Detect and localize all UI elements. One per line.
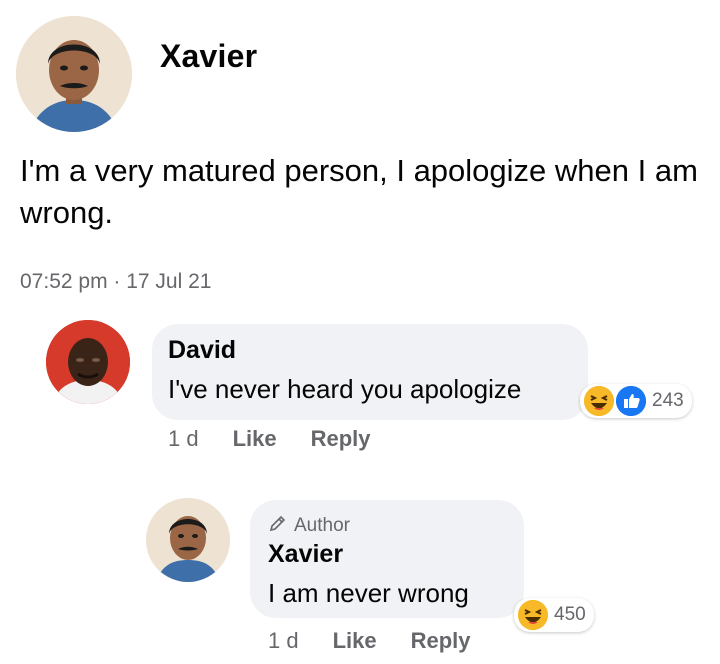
haha-icon: [584, 386, 614, 416]
comment-age[interactable]: 1 d: [168, 426, 199, 452]
comment-actions: 1 d Like Reply: [168, 426, 371, 452]
reaction-count: 450: [554, 604, 586, 625]
like-button[interactable]: Like: [233, 426, 277, 452]
reaction-count: 243: [652, 390, 684, 411]
reply-age[interactable]: 1 d: [268, 628, 299, 654]
like-icon: [616, 386, 646, 416]
reply-avatar-xavier[interactable]: [146, 498, 230, 582]
reply-reaction-summary[interactable]: 450: [514, 598, 594, 632]
post-timestamp[interactable]: 07:52 pm · 17 Jul 21: [20, 270, 211, 294]
haha-icon: [518, 600, 548, 630]
post-text: I'm a very matured person, I apologize w…: [20, 153, 698, 230]
reply-author-name[interactable]: Xavier: [268, 540, 343, 569]
like-button[interactable]: Like: [333, 628, 377, 654]
comment-text: I've never heard you apologize: [168, 374, 522, 404]
reply-button[interactable]: Reply: [411, 628, 471, 654]
author-badge: Author: [268, 513, 350, 539]
reply-actions: 1 d Like Reply: [268, 628, 471, 654]
comment-avatar-david[interactable]: [46, 320, 130, 404]
post-author-name[interactable]: Xavier: [160, 38, 257, 75]
post-author-avatar[interactable]: [16, 16, 132, 132]
comment-author-name[interactable]: David: [168, 336, 236, 365]
author-badge-label: Author: [294, 515, 350, 536]
reply-text: I am never wrong: [268, 578, 469, 608]
reply-button[interactable]: Reply: [311, 426, 371, 452]
reaction-summary[interactable]: 243: [580, 384, 692, 418]
pencil-icon: [268, 513, 288, 539]
